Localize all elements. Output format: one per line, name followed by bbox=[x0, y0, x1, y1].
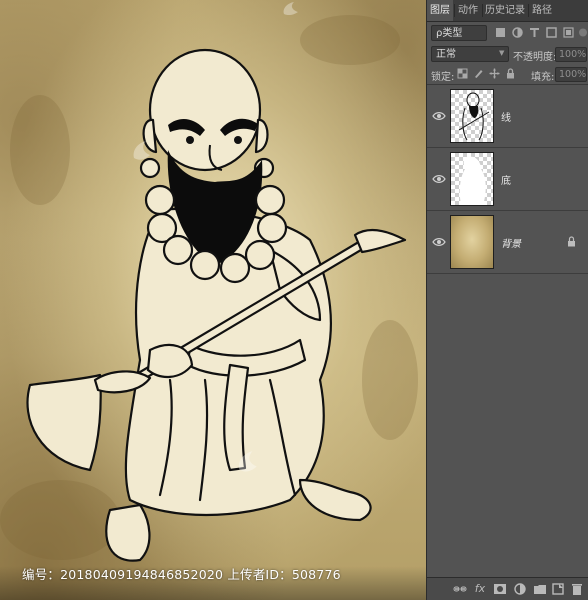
tab-layers[interactable]: 图层 bbox=[427, 0, 453, 21]
watermark-logo-icon bbox=[133, 141, 150, 160]
filter-toggle-icon[interactable] bbox=[577, 26, 588, 39]
watermark-bar: 编号：20180409194846852020 上传者ID：508776 bbox=[0, 566, 426, 600]
layer-thumbnail bbox=[450, 215, 494, 269]
watermark-logo-icon bbox=[238, 451, 257, 472]
watermark-logo-icon bbox=[283, 2, 298, 16]
blend-row: 正常 ▼ 不透明度: 100% bbox=[427, 44, 588, 64]
layer-row-background[interactable]: 背景 bbox=[427, 211, 588, 274]
layer-row-line-art[interactable]: 线 bbox=[427, 85, 588, 148]
type-filter-icon[interactable] bbox=[528, 26, 541, 39]
opacity-input[interactable]: 100% bbox=[555, 47, 587, 62]
new-layer-icon[interactable] bbox=[551, 582, 565, 596]
smart-object-filter-icon[interactable] bbox=[562, 26, 575, 39]
layers-panel-footer: fx bbox=[427, 577, 588, 600]
chevron-down-icon: ▼ bbox=[499, 49, 505, 57]
pixel-filter-icon[interactable] bbox=[494, 26, 507, 39]
lock-icon bbox=[568, 236, 575, 247]
shape-filter-icon[interactable] bbox=[545, 26, 558, 39]
tab-actions[interactable]: 动作 bbox=[455, 0, 481, 21]
filter-row: ρ类型 bbox=[427, 22, 588, 44]
fx-icon[interactable]: fx bbox=[473, 582, 487, 596]
watermark-text: 编号：20180409194846852020 上传者ID：508776 bbox=[22, 567, 341, 582]
layer-thumbnail bbox=[450, 89, 494, 143]
eye-visibility-icon[interactable] bbox=[432, 237, 446, 247]
tab-history[interactable]: 历史记录 bbox=[483, 0, 527, 21]
link-icon[interactable] bbox=[453, 582, 467, 596]
fill-input[interactable]: 100% bbox=[555, 67, 587, 82]
monk-warrior-illustration bbox=[0, 15, 418, 562]
tab-paths[interactable]: 路径 bbox=[529, 0, 555, 21]
blend-mode-select[interactable]: 正常 bbox=[431, 46, 509, 62]
layer-name[interactable]: 底 bbox=[501, 172, 511, 187]
panel-tabs: 图层 动作 历史记录 路径 bbox=[427, 0, 588, 22]
adjustment-icon[interactable] bbox=[513, 582, 527, 596]
lock-all-icon[interactable] bbox=[505, 68, 516, 79]
lock-row: 锁定: 填充: 100% bbox=[427, 64, 588, 85]
fill-label: 填充: bbox=[531, 72, 555, 83]
layer-row-base[interactable]: 底 bbox=[427, 148, 588, 211]
layer-name[interactable]: 线 bbox=[501, 109, 511, 124]
lock-transparent-pixels-icon[interactable] bbox=[457, 68, 468, 79]
layer-thumbnail bbox=[450, 152, 494, 206]
eye-visibility-icon[interactable] bbox=[432, 174, 446, 184]
lock-image-pixels-icon[interactable] bbox=[473, 68, 484, 79]
eye-visibility-icon[interactable] bbox=[432, 111, 446, 121]
adjustment-filter-icon[interactable] bbox=[511, 26, 524, 39]
layer-name[interactable]: 背景 bbox=[501, 235, 521, 250]
layers-panel: 图层 动作 历史记录 路径 ρ类型 正常 ▼ 不透明度: 100% 锁定: 填充… bbox=[426, 0, 588, 600]
layer-filter-select[interactable]: ρ类型 bbox=[431, 25, 487, 41]
document-canvas[interactable]: 编号：20180409194846852020 上传者ID：508776 bbox=[0, 0, 426, 600]
lock-position-icon[interactable] bbox=[489, 68, 500, 79]
opacity-label: 不透明度: bbox=[513, 52, 557, 63]
group-icon[interactable] bbox=[533, 582, 547, 596]
mask-icon[interactable] bbox=[493, 582, 507, 596]
lock-label: 锁定: bbox=[431, 72, 455, 83]
trash-icon[interactable] bbox=[570, 582, 584, 596]
